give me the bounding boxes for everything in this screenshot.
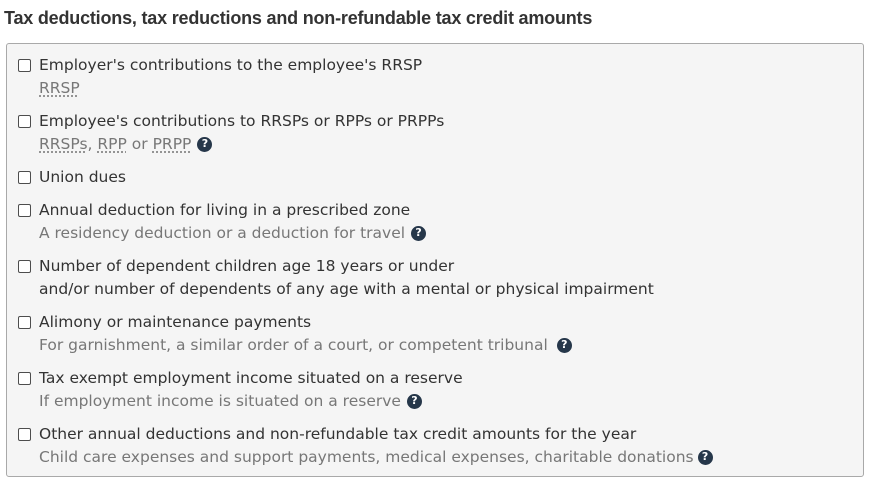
union-dues-checkbox[interactable]: [18, 170, 31, 184]
dependent-children-subtext: and/or number of dependents of any age w…: [39, 277, 654, 301]
union-dues-label[interactable]: Union dues: [39, 168, 126, 186]
other-annual-label[interactable]: Other annual deductions and non-refundab…: [39, 425, 636, 443]
prpp-abbreviation: PRPP: [152, 135, 192, 153]
reserve-income-label[interactable]: Tax exempt employment income situated on…: [39, 369, 463, 387]
prescribed-zone-checkbox[interactable]: [18, 203, 31, 217]
prescribed-zone-description: A residency deduction or a deduction for…: [39, 224, 406, 242]
deduction-item-union-dues: Union dues: [17, 166, 126, 188]
employee-rrsp-checkbox[interactable]: [18, 114, 31, 128]
other-annual-description: Child care expenses and support payments…: [39, 448, 694, 466]
reserve-income-subtext: If employment income is situated on a re…: [39, 389, 463, 413]
deduction-item-prescribed-zone: Annual deduction for living in a prescri…: [17, 199, 427, 245]
question-circle-icon[interactable]: ?: [697, 449, 713, 465]
dependent-children-label[interactable]: Number of dependent children age 18 year…: [39, 257, 454, 275]
deduction-item-employee-rrsp: Employee's contributions to RRSPs or RPP…: [17, 110, 444, 156]
employer-rrsp-checkbox[interactable]: [18, 58, 31, 72]
other-annual-subtext: Child care expenses and support payments…: [39, 445, 713, 469]
prescribed-zone-label[interactable]: Annual deduction for living in a prescri…: [39, 201, 410, 219]
employer-rrsp-label[interactable]: Employer's contributions to the employee…: [39, 56, 422, 74]
deduction-item-dependent-children: Number of dependent children age 18 year…: [17, 255, 654, 301]
deduction-item-other-annual: Other annual deductions and non-refundab…: [17, 423, 713, 469]
employer-rrsp-subtext: RRSP: [39, 76, 422, 100]
alimony-label[interactable]: Alimony or maintenance payments: [39, 313, 311, 331]
deduction-item-employer-rrsp: Employer's contributions to the employee…: [17, 54, 422, 100]
rrsp-abbreviation: RRSP: [39, 79, 80, 97]
dependent-children-description: and/or number of dependents of any age w…: [39, 280, 654, 298]
question-circle-icon[interactable]: ?: [556, 337, 572, 353]
employee-rrsp-subtext: RRSPs, RPP or PRPP ?: [39, 132, 444, 156]
alimony-checkbox[interactable]: [18, 315, 31, 329]
dependent-children-checkbox[interactable]: [18, 259, 31, 273]
alimony-subtext: For garnishment, a similar order of a co…: [39, 333, 572, 357]
abbr-separator: or: [126, 135, 153, 153]
employee-rrsp-label[interactable]: Employee's contributions to RRSPs or RPP…: [39, 112, 444, 130]
rpp-abbreviation: RPP: [97, 135, 127, 153]
reserve-income-description: If employment income is situated on a re…: [39, 392, 401, 410]
other-annual-checkbox[interactable]: [18, 427, 31, 441]
rrsps-abbreviation: RRSPs: [39, 135, 88, 153]
section-heading: Tax deductions, tax reductions and non-r…: [4, 8, 593, 28]
deduction-item-reserve-income: Tax exempt employment income situated on…: [17, 367, 463, 413]
question-circle-icon[interactable]: ?: [406, 393, 422, 409]
question-circle-icon[interactable]: ?: [197, 136, 213, 152]
deduction-item-alimony: Alimony or maintenance payments For garn…: [17, 311, 572, 357]
abbr-separator: ,: [87, 135, 98, 153]
question-circle-icon[interactable]: ?: [411, 225, 427, 241]
deductions-panel: Employer's contributions to the employee…: [6, 43, 864, 477]
prescribed-zone-subtext: A residency deduction or a deduction for…: [39, 221, 427, 245]
reserve-income-checkbox[interactable]: [18, 371, 31, 385]
alimony-description: For garnishment, a similar order of a co…: [39, 336, 548, 354]
